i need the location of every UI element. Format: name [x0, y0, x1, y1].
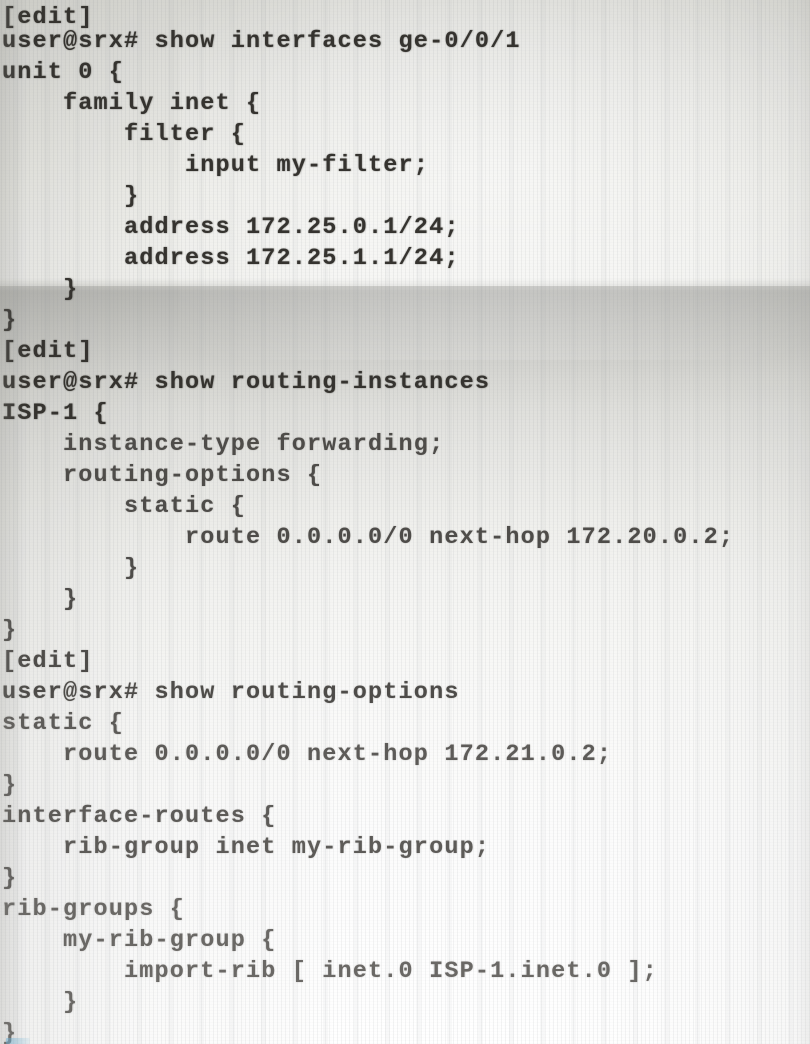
cli-line: static { [2, 710, 125, 737]
cli-line: } [2, 989, 79, 1016]
cli-line: user@srx# show routing-instances [2, 369, 491, 396]
cli-line: [edit] [2, 648, 94, 675]
cli-line: } [2, 307, 18, 334]
cli-line: filter { [2, 121, 247, 148]
cli-line: instance-type forwarding; [2, 431, 445, 458]
cli-line: route 0.0.0.0/0 next-hop 172.21.0.2; [2, 741, 613, 768]
cli-line: input my-filter; [2, 152, 430, 179]
cli-line: unit 0 { [2, 59, 125, 86]
cli-line: user@srx# show routing-options [2, 679, 460, 706]
cli-line: routing-options { [2, 462, 323, 489]
cli-line: } [2, 617, 18, 644]
cli-line: rib-groups { [2, 896, 186, 923]
cli-line: address 172.25.0.1/24; [2, 214, 460, 241]
cli-line: } [2, 586, 79, 613]
cli-line: } [2, 1020, 18, 1044]
cli-output-region[interactable]: [edit] user@srx# show interfaces ge-0/0/1… [0, 0, 810, 1044]
cli-line: family inet { [2, 90, 262, 117]
cli-line: user@srx# show interfaces ge-0/0/1 [2, 28, 521, 55]
cli-line: import-rib [ inet.0 ISP-1.inet.0 ]; [2, 958, 658, 985]
cli-line: my-rib-group { [2, 927, 277, 954]
terminal-screenshot: [edit] user@srx# show interfaces ge-0/0/1… [0, 0, 810, 1044]
cli-line: } [2, 276, 79, 303]
cli-line: ISP-1 { [2, 400, 109, 427]
cli-line: address 172.25.1.1/24; [2, 245, 460, 272]
cli-line: static { [2, 493, 247, 520]
cli-line: route 0.0.0.0/0 next-hop 172.20.0.2; [2, 524, 735, 551]
cli-line: } [2, 865, 18, 892]
cli-line: interface-routes { [2, 803, 277, 830]
cli-line: rib-group inet my-rib-group; [2, 834, 491, 861]
cli-line: [edit] [2, 338, 94, 365]
cli-line: } [2, 183, 140, 210]
cli-line: } [2, 772, 18, 799]
cli-line: } [2, 555, 140, 582]
